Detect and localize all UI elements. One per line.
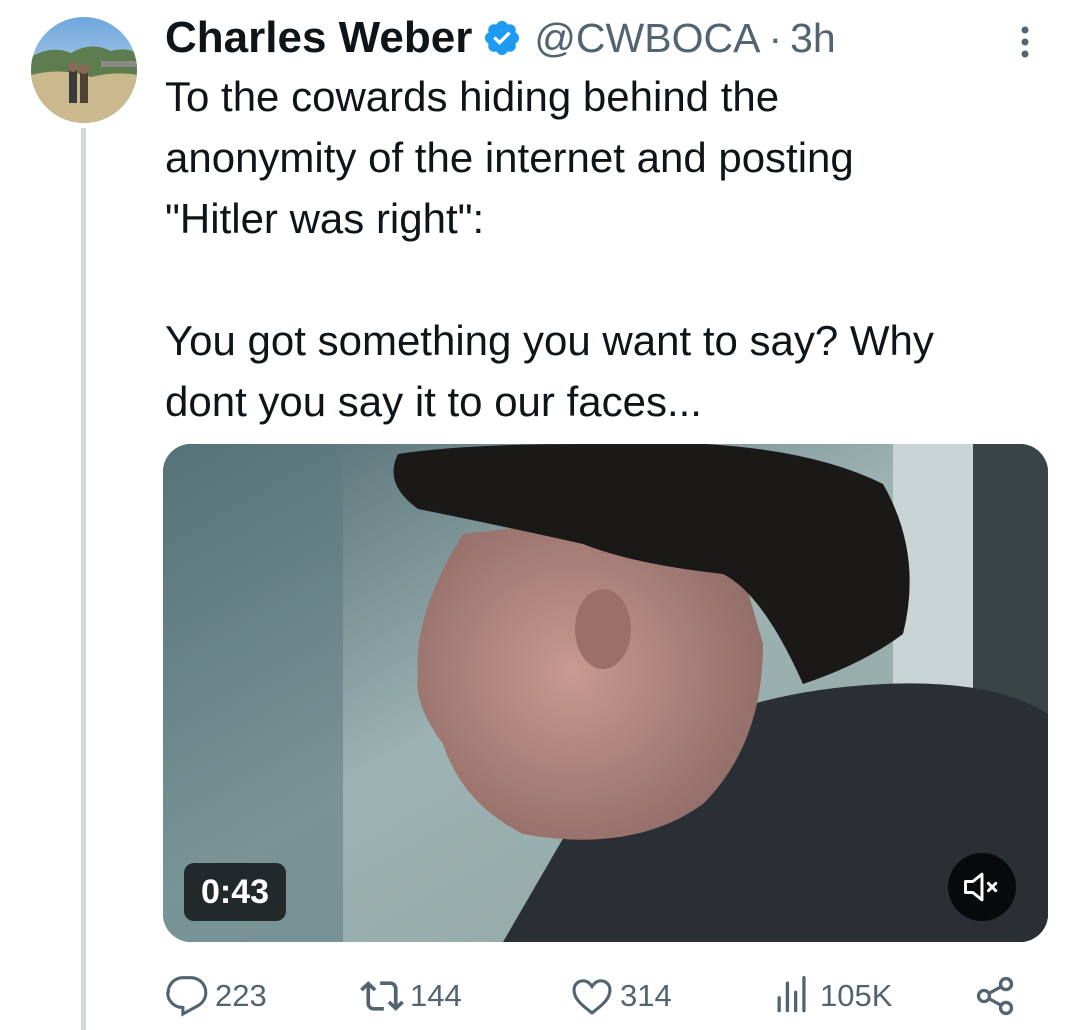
- reply-button[interactable]: 223: [165, 970, 267, 1022]
- reply-count: 223: [215, 978, 267, 1013]
- tweet-text: To the cowards hiding behind the anonymi…: [165, 66, 1045, 432]
- video-duration-badge: 0:43: [184, 863, 286, 921]
- tweet-text-line: To the cowards hiding behind the: [165, 73, 780, 120]
- tweet-text-line: anonymity of the internet and posting: [165, 134, 854, 181]
- author-name[interactable]: Charles Weber: [165, 13, 472, 63]
- reply-icon: [166, 976, 208, 1017]
- thread-line: [81, 128, 86, 1030]
- author-handle[interactable]: @CWBOCA: [534, 15, 760, 62]
- video-player[interactable]: [163, 444, 1048, 942]
- tweet-text-line: You got something you want to say? Why: [165, 317, 934, 364]
- views-icon: [777, 976, 806, 1013]
- tweet-timestamp[interactable]: 3h: [790, 15, 836, 62]
- like-count: 314: [620, 978, 672, 1013]
- share-button[interactable]: [973, 970, 1023, 1022]
- tweet-actions: 223 144 314 105K: [165, 970, 1045, 1022]
- retweet-icon: [360, 981, 404, 1011]
- tweet-text-line: "Hitler was right":: [165, 195, 485, 242]
- view-count: 105K: [820, 978, 893, 1013]
- verified-badge-icon[interactable]: [482, 18, 522, 58]
- tweet-text-line: dont you say it to our faces...: [165, 378, 702, 425]
- tweet-header: Charles Weber @CWBOCA · 3h: [165, 12, 836, 64]
- mute-icon[interactable]: [948, 853, 1016, 921]
- like-icon: [572, 979, 612, 1015]
- more-icon[interactable]: [1012, 22, 1038, 62]
- like-button[interactable]: 314: [570, 970, 672, 1022]
- header-separator: ·: [768, 14, 783, 61]
- author-avatar[interactable]: [31, 17, 137, 123]
- retweet-button[interactable]: 144: [360, 970, 462, 1022]
- views-button[interactable]: 105K: [770, 970, 892, 1022]
- share-icon: [976, 976, 1014, 1016]
- retweet-count: 144: [410, 978, 462, 1013]
